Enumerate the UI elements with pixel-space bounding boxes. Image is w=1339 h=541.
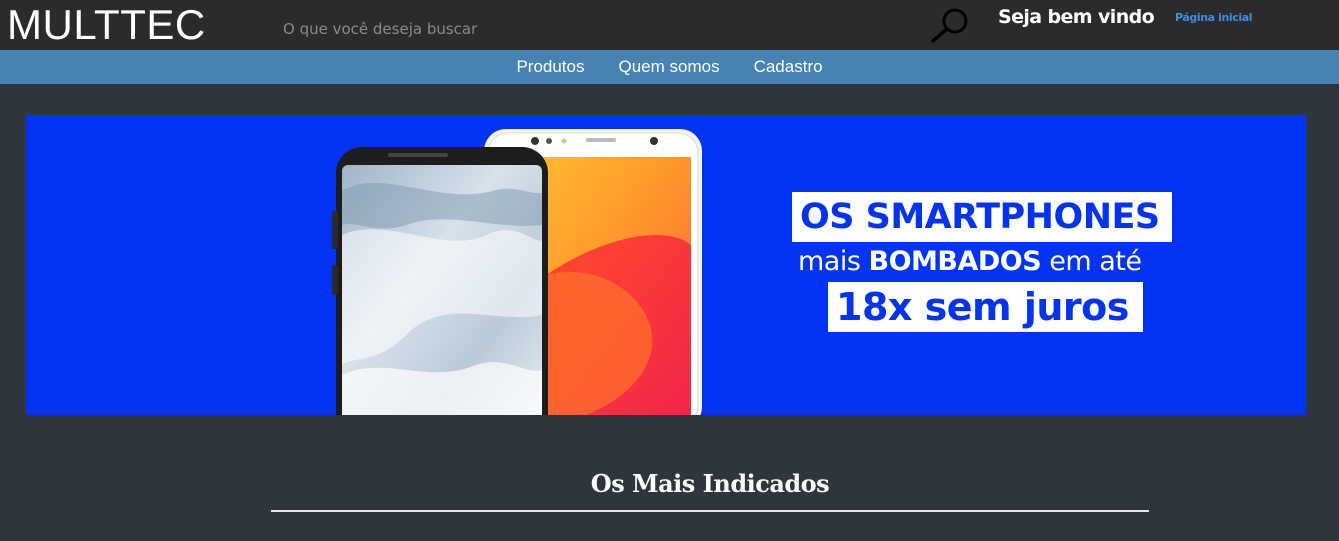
promo-subline-bold: BOMBADOS bbox=[868, 246, 1042, 277]
home-link[interactable]: Página inicial bbox=[1175, 11, 1253, 24]
nav-item-cadastro[interactable]: Cadastro bbox=[737, 50, 840, 84]
promo-banner[interactable]: OS SMARTPHONES mais BOMBADOS em até 18x … bbox=[26, 115, 1306, 415]
promo-subline-pre: mais bbox=[798, 246, 869, 277]
promo-subline: mais BOMBADOS em até bbox=[792, 242, 1272, 282]
search-icon[interactable] bbox=[928, 4, 974, 44]
promo-installments: 18x sem juros bbox=[828, 282, 1143, 332]
welcome-text: Seja bem vindo bbox=[998, 6, 1155, 28]
section-title: Os Mais Indicados bbox=[590, 469, 830, 498]
nav-item-produtos[interactable]: Produtos bbox=[499, 50, 601, 84]
promo-text: OS SMARTPHONES mais BOMBADOS em até 18x … bbox=[792, 192, 1272, 332]
promo-subline-post: em até bbox=[1041, 246, 1142, 277]
site-logo[interactable]: MULTTEC bbox=[7, 2, 206, 48]
search-input[interactable] bbox=[275, 14, 915, 44]
nav-menu: Produtos Quem somos Cadastro bbox=[0, 50, 1339, 84]
section-divider bbox=[271, 510, 1149, 512]
nav-bar: Produtos Quem somos Cadastro bbox=[0, 50, 1339, 84]
nav-item-quem-somos[interactable]: Quem somos bbox=[601, 50, 736, 84]
top-header: MULTTEC Seja bem vindo Página inicial bbox=[0, 0, 1339, 50]
promo-headline: OS SMARTPHONES bbox=[792, 192, 1172, 242]
